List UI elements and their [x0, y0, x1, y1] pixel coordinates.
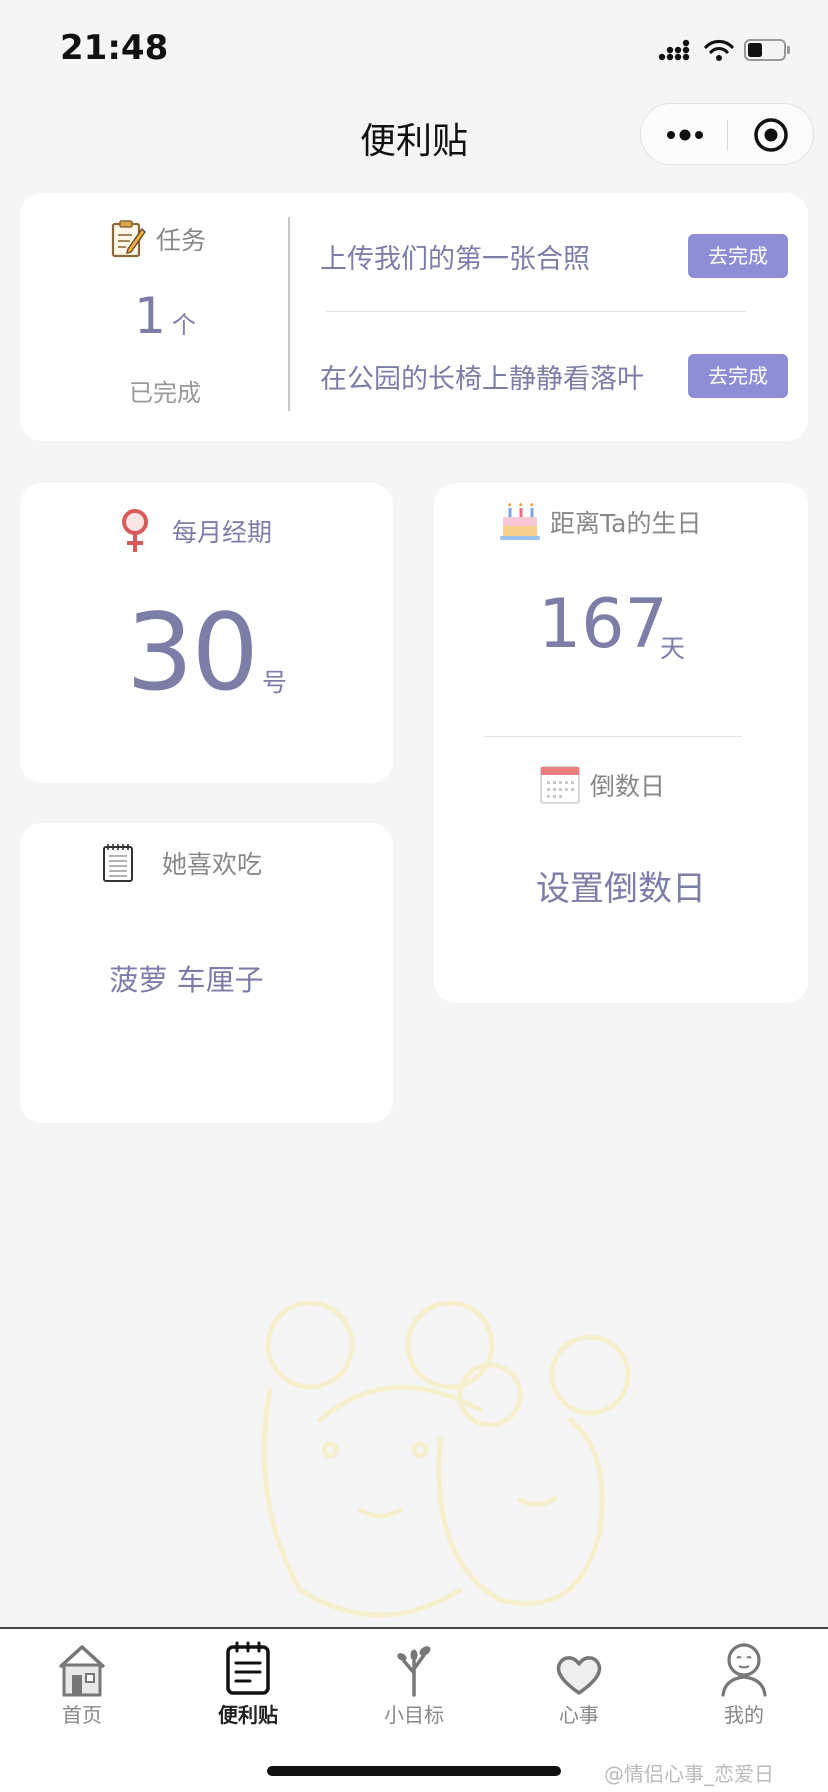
- house-icon: [58, 1645, 106, 1697]
- period-heading: 每月经期: [120, 508, 272, 554]
- tab-me[interactable]: 我的: [684, 1639, 804, 1728]
- tab-sticky-notes-label: 便利贴: [218, 1703, 278, 1727]
- status-time: 21:48: [60, 28, 169, 68]
- capsule-divider: [727, 120, 728, 150]
- tab-goals-label: 小目标: [384, 1703, 444, 1727]
- birthday-heading: 距离Ta的生日: [500, 501, 701, 543]
- bear-watermark-illustration: [261, 1300, 631, 1618]
- tab-me-label: 我的: [724, 1703, 764, 1727]
- tab-home-label: 首页: [62, 1703, 102, 1727]
- tab-home[interactable]: 首页: [22, 1639, 142, 1728]
- tab-sticky-notes[interactable]: 便利贴: [188, 1639, 308, 1728]
- task-card: 任务 1个 已完成 上传我们的第一张合照 去完成 在公园的长椅上静静看落叶 去完…: [20, 193, 808, 441]
- task-item-2-complete-button[interactable]: 去完成: [688, 354, 788, 398]
- likes-heading-label: 她喜欢吃: [162, 850, 263, 879]
- tab-goals[interactable]: 小目标: [354, 1639, 474, 1728]
- task-item-1-text: 上传我们的第一张合照: [320, 244, 590, 275]
- person-icon: [721, 1643, 767, 1697]
- calendar-icon: [540, 766, 580, 804]
- weibo-credit-watermark: @情侣心事_恋爱日: [604, 1762, 774, 1786]
- likes-heading: 她喜欢吃: [102, 843, 262, 883]
- task-heading-label: 任务: [156, 226, 207, 255]
- period-day-unit: 号: [262, 668, 288, 697]
- tab-thoughts[interactable]: 心事: [519, 1639, 639, 1728]
- task-separator: [326, 311, 746, 312]
- set-countdown-button[interactable]: 设置倒数日: [434, 861, 808, 910]
- notebook-icon: [103, 844, 133, 882]
- birthday-heading-label: 距离Ta的生日: [550, 509, 702, 538]
- wifi-icon: [704, 39, 734, 61]
- close-miniprogram-icon[interactable]: [753, 117, 789, 153]
- period-card[interactable]: 每月经期 30 号: [20, 483, 393, 783]
- task-heading: 任务: [110, 219, 206, 259]
- birthday-days-number: 167: [538, 585, 668, 664]
- task-count-number: 1: [134, 287, 166, 345]
- birthday-separator: [484, 736, 742, 737]
- signal-icon: [658, 39, 690, 61]
- birthday-card[interactable]: 距离Ta的生日 167 天 倒数日 设置倒数日: [434, 483, 808, 1003]
- miniprogram-capsule: [640, 103, 814, 165]
- sapling-icon: [397, 1646, 431, 1697]
- likes-card[interactable]: 她喜欢吃 菠萝 车厘子: [20, 823, 393, 1123]
- heart-icon: [556, 1656, 602, 1695]
- task-divider: [288, 217, 290, 411]
- task-count: 1个: [20, 287, 310, 345]
- battery-icon: [744, 39, 790, 61]
- countdown-heading: 倒数日: [540, 765, 665, 805]
- period-heading-label: 每月经期: [172, 518, 273, 547]
- birthday-cake-icon: [500, 503, 540, 540]
- clipboard-icon: [111, 220, 146, 258]
- tab-thoughts-label: 心事: [559, 1703, 599, 1727]
- period-day-number: 30: [126, 591, 259, 714]
- task-item-2-text: 在公园的长椅上静静看落叶: [320, 364, 644, 395]
- countdown-heading-label: 倒数日: [590, 772, 666, 801]
- status-icons: [658, 30, 792, 70]
- task-count-unit: 个: [171, 311, 196, 339]
- task-item-1-complete-button[interactable]: 去完成: [688, 234, 788, 278]
- likes-text: 菠萝 车厘子: [109, 963, 264, 997]
- task-done-label: 已完成: [129, 379, 201, 407]
- female-symbol-icon: [122, 509, 148, 552]
- notepad-icon: [226, 1641, 270, 1695]
- more-icon[interactable]: [665, 124, 705, 146]
- birthday-days-unit: 天: [660, 634, 686, 663]
- home-indicator[interactable]: [267, 1766, 561, 1776]
